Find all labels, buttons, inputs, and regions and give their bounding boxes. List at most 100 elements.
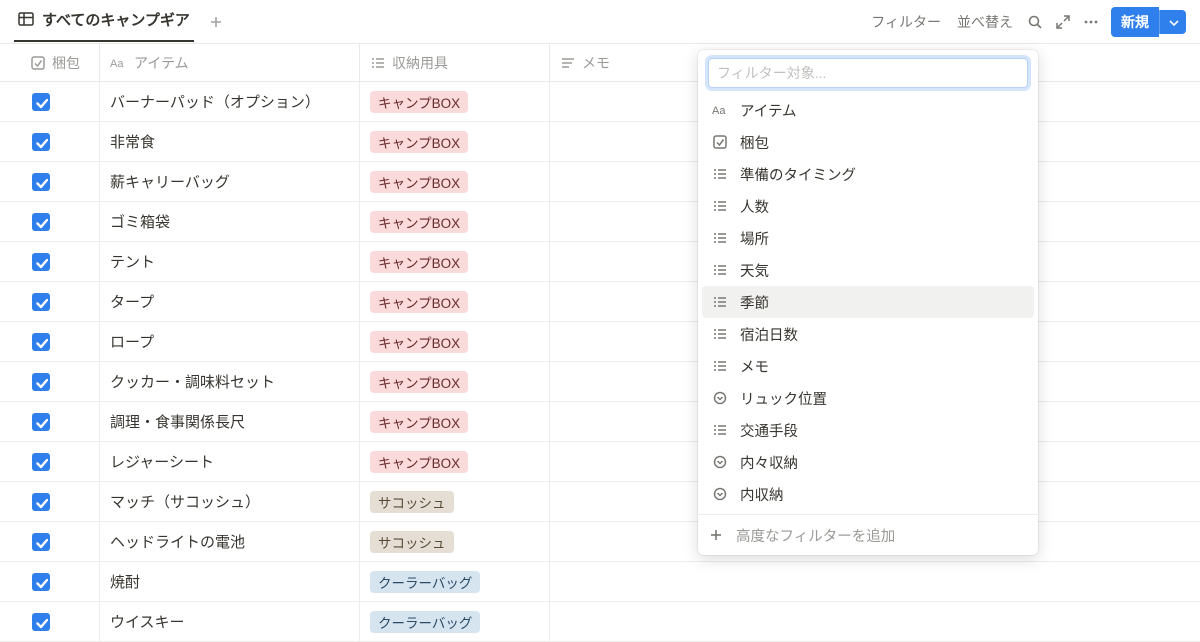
check-icon bbox=[34, 175, 48, 189]
item-name[interactable]: 薪キャリーバッグ bbox=[110, 171, 230, 192]
cell-storage: キャンプBOX bbox=[360, 202, 550, 241]
filter-option-label: 内収納 bbox=[740, 484, 784, 505]
advanced-filter-button[interactable]: 高度なフィルターを追加 bbox=[698, 519, 1038, 551]
cell-checkbox bbox=[0, 122, 100, 161]
item-name[interactable]: テント bbox=[110, 251, 155, 272]
cell-storage: キャンプBOX bbox=[360, 322, 550, 361]
column-label: アイテム bbox=[134, 53, 189, 73]
cell-item: ロープ bbox=[100, 322, 360, 361]
filter-option[interactable]: 天気 bbox=[702, 254, 1034, 286]
item-name[interactable]: バーナーパッド（オプション） bbox=[110, 91, 320, 112]
checkbox[interactable] bbox=[32, 173, 50, 191]
sort-button[interactable]: 並べ替え bbox=[949, 8, 1021, 36]
filter-option[interactable]: 場所 bbox=[702, 222, 1034, 254]
cell-storage: クーラーバッグ bbox=[360, 562, 550, 601]
new-dropdown-button[interactable] bbox=[1159, 10, 1186, 34]
column-header-storage[interactable]: 収納用具 bbox=[360, 44, 550, 81]
search-button[interactable] bbox=[1021, 8, 1049, 36]
column-header-checkbox[interactable]: 梱包 bbox=[0, 44, 100, 81]
view-tab[interactable]: すべてのキャンプギア bbox=[14, 3, 194, 42]
filter-search-input[interactable] bbox=[708, 58, 1028, 88]
cell-checkbox bbox=[0, 82, 100, 121]
storage-tag: キャンプBOX bbox=[370, 251, 468, 273]
item-name[interactable]: 非常食 bbox=[110, 131, 155, 152]
check-icon bbox=[34, 295, 48, 309]
list-icon bbox=[712, 422, 728, 438]
filter-option[interactable]: 交通手段 bbox=[702, 414, 1034, 446]
expand-icon bbox=[1055, 14, 1071, 30]
checkbox[interactable] bbox=[32, 453, 50, 471]
cell-storage: キャンプBOX bbox=[360, 162, 550, 201]
filter-option[interactable]: 季節 bbox=[702, 286, 1034, 318]
filter-option[interactable]: 梱包 bbox=[702, 126, 1034, 158]
plus-icon bbox=[208, 14, 224, 30]
cell-checkbox bbox=[0, 482, 100, 521]
column-header-item[interactable]: アイテム bbox=[100, 44, 360, 81]
storage-tag: サコッシュ bbox=[370, 531, 454, 553]
item-name[interactable]: タープ bbox=[110, 291, 154, 312]
item-name[interactable]: ヘッドライトの電池 bbox=[110, 531, 245, 552]
filter-option[interactable]: 人数 bbox=[702, 190, 1034, 222]
checkbox[interactable] bbox=[32, 413, 50, 431]
cell-checkbox bbox=[0, 162, 100, 201]
checkbox[interactable] bbox=[32, 573, 50, 591]
checkbox[interactable] bbox=[32, 213, 50, 231]
filter-option-label: 内々収納 bbox=[740, 452, 798, 473]
checkbox[interactable] bbox=[32, 133, 50, 151]
checkbox[interactable] bbox=[32, 333, 50, 351]
filter-option[interactable]: 準備のタイミング bbox=[702, 158, 1034, 190]
check-icon bbox=[34, 95, 48, 109]
checkbox[interactable] bbox=[32, 293, 50, 311]
item-name[interactable]: レジャーシート bbox=[110, 451, 214, 472]
item-name[interactable]: ゴミ箱袋 bbox=[110, 211, 170, 232]
item-name[interactable]: ウイスキー bbox=[110, 611, 185, 632]
more-button[interactable] bbox=[1077, 8, 1105, 36]
item-name[interactable]: マッチ（サコッシュ） bbox=[110, 491, 260, 512]
cell-checkbox bbox=[0, 362, 100, 401]
cell-item: 薪キャリーバッグ bbox=[100, 162, 360, 201]
table-row[interactable]: 焼酎 クーラーバッグ bbox=[0, 562, 1200, 602]
filter-option[interactable]: アイテム bbox=[702, 94, 1034, 126]
add-view-button[interactable] bbox=[204, 10, 228, 34]
text-icon bbox=[712, 102, 728, 118]
filter-option[interactable]: メモ bbox=[702, 350, 1034, 382]
cell-item: ゴミ箱袋 bbox=[100, 202, 360, 241]
checkbox[interactable] bbox=[32, 613, 50, 631]
filter-option-label: アイテム bbox=[740, 100, 797, 121]
cell-storage: キャンプBOX bbox=[360, 242, 550, 281]
advanced-filter-label: 高度なフィルターを追加 bbox=[736, 525, 895, 546]
checkbox[interactable] bbox=[32, 253, 50, 271]
item-name[interactable]: ロープ bbox=[110, 331, 154, 352]
filter-option[interactable]: 内々収納 bbox=[702, 446, 1034, 478]
filter-option-label: 準備のタイミング bbox=[740, 164, 856, 185]
filter-option-label: 宿泊日数 bbox=[740, 324, 798, 345]
item-name[interactable]: 調理・食事関係長尺 bbox=[110, 411, 245, 432]
cell-checkbox bbox=[0, 242, 100, 281]
checkbox[interactable] bbox=[32, 533, 50, 551]
filter-button[interactable]: フィルター bbox=[863, 8, 949, 36]
new-button[interactable]: 新規 bbox=[1111, 7, 1159, 37]
item-name[interactable]: クッカー・調味料セット bbox=[110, 371, 275, 392]
cell-storage: キャンプBOX bbox=[360, 122, 550, 161]
checkbox[interactable] bbox=[32, 373, 50, 391]
storage-tag: キャンプBOX bbox=[370, 331, 468, 353]
expand-button[interactable] bbox=[1049, 8, 1077, 36]
list-icon bbox=[712, 230, 728, 246]
checkbox[interactable] bbox=[32, 493, 50, 511]
text-icon bbox=[110, 55, 128, 71]
table-row[interactable]: ウイスキークーラーバッグ bbox=[0, 602, 1200, 642]
filter-option[interactable]: 内収納 bbox=[702, 478, 1034, 510]
check-icon bbox=[34, 215, 48, 229]
checkbox[interactable] bbox=[32, 93, 50, 111]
list-icon bbox=[712, 262, 728, 278]
chevron-down-icon bbox=[1166, 15, 1180, 29]
cell-storage: キャンプBOX bbox=[360, 82, 550, 121]
cell-checkbox bbox=[0, 562, 100, 601]
column-label: メモ bbox=[582, 53, 610, 73]
divider bbox=[698, 514, 1038, 515]
item-name[interactable]: 焼酎 bbox=[110, 571, 140, 592]
filter-option[interactable]: リュック位置 bbox=[702, 382, 1034, 414]
filter-option[interactable]: 宿泊日数 bbox=[702, 318, 1034, 350]
cell-item: ウイスキー bbox=[100, 602, 360, 641]
filter-option-list: アイテム梱包準備のタイミング人数場所天気季節宿泊日数メモリュック位置交通手段内々… bbox=[698, 94, 1038, 510]
